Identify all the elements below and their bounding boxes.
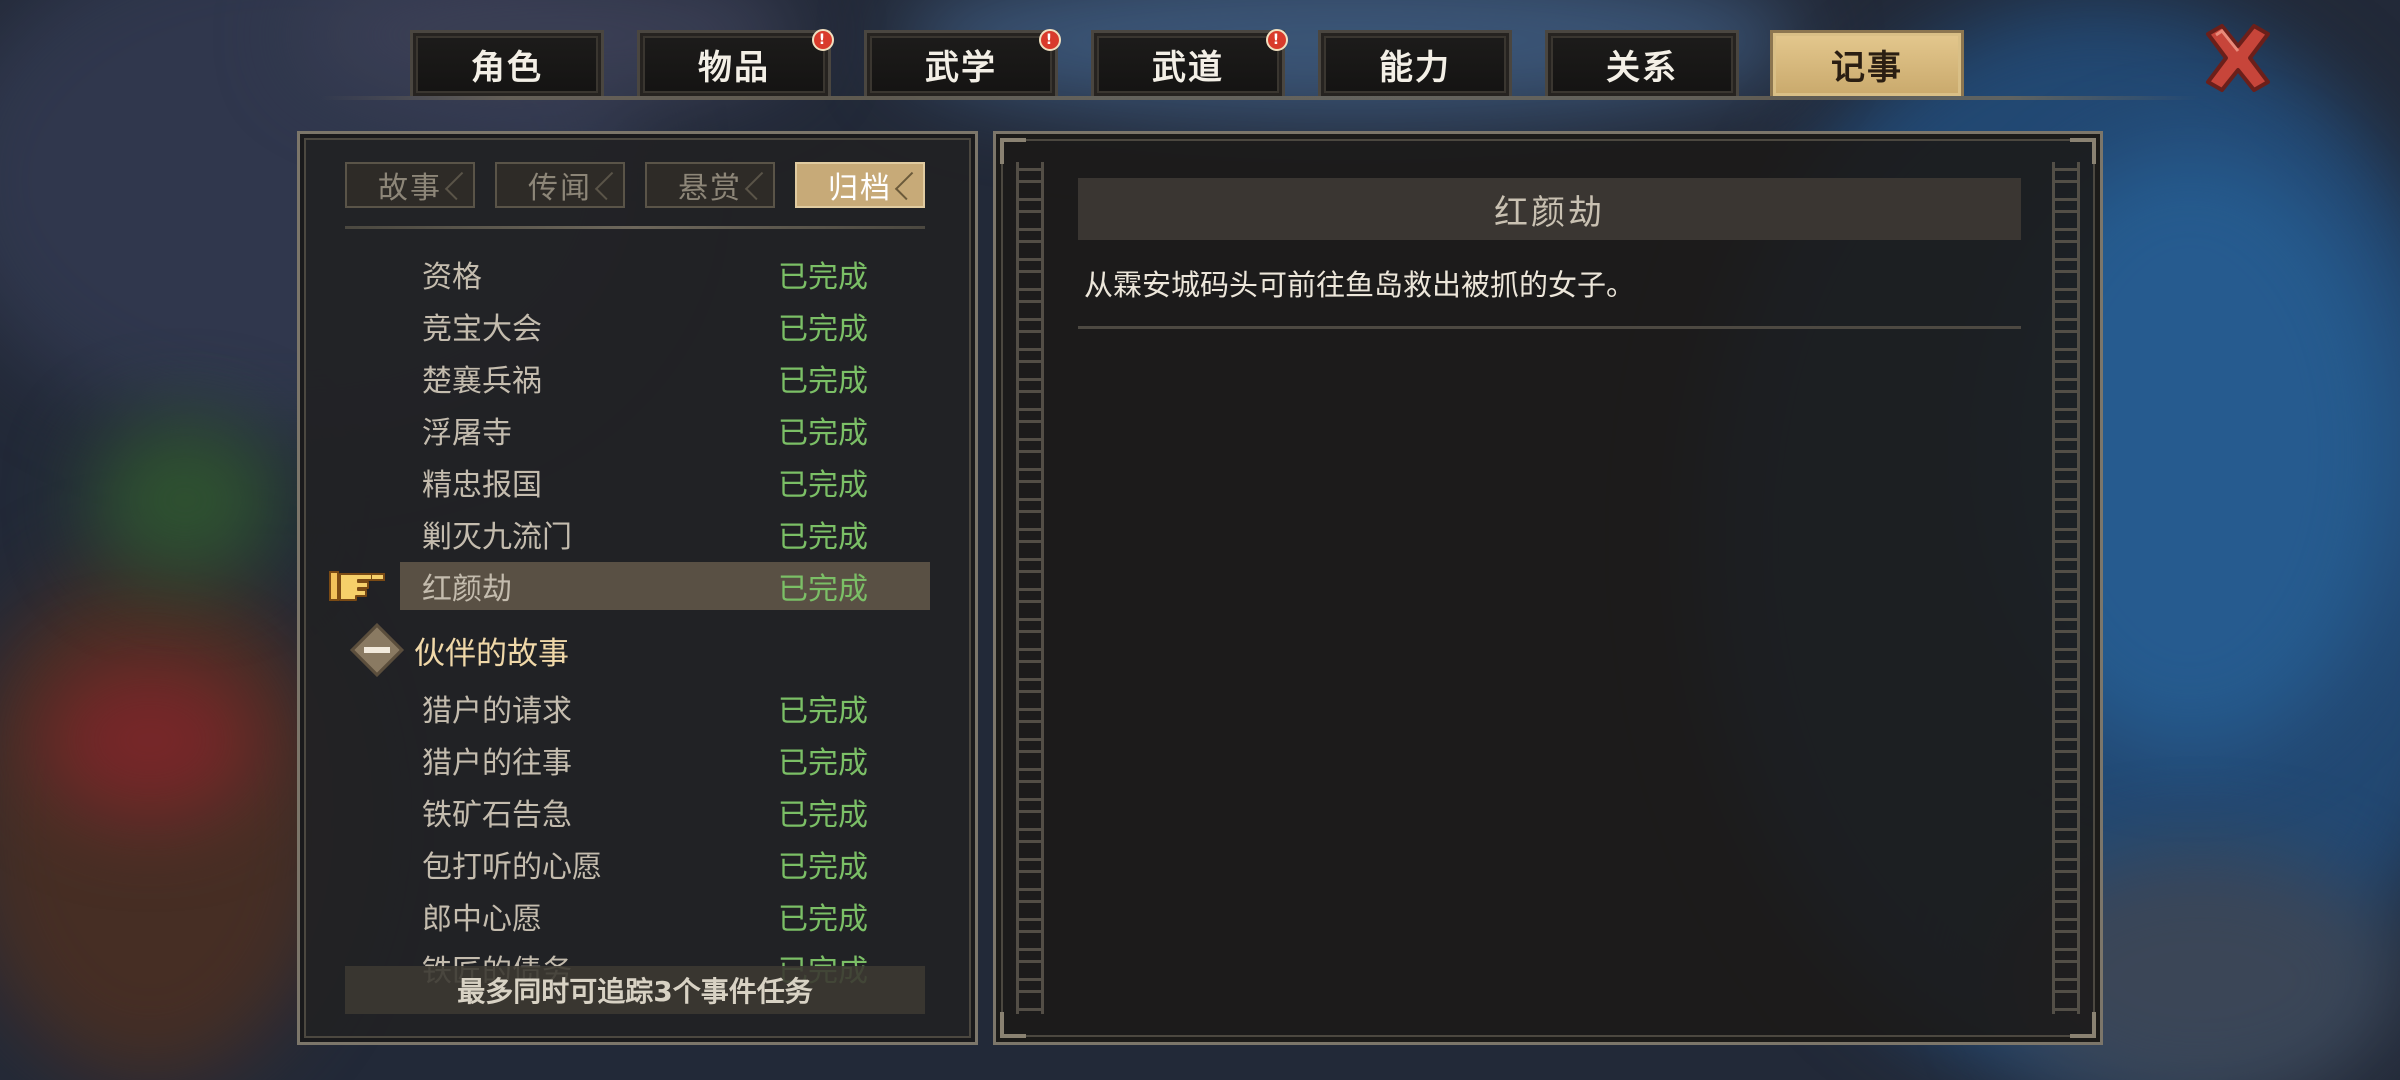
quest-name: 资格 xyxy=(422,260,482,295)
collapse-minus-icon[interactable] xyxy=(350,623,404,677)
quest-name: 包打听的心愿 xyxy=(422,850,602,885)
quest-name: 铁矿石告急 xyxy=(422,798,572,833)
quest-status: 已完成 xyxy=(778,260,868,295)
quest-row[interactable]: 剿灭九流门 已完成 xyxy=(400,510,930,558)
quest-list[interactable]: 资格 已完成 竞宝大会 已完成 楚襄兵祸 已完成 浮屠寺 已完成 精忠报国 已完成 剿灭九流门 已完成… xyxy=(300,232,981,1004)
quest-row[interactable]: 楚襄兵祸 已完成 xyxy=(400,354,930,402)
quest-row[interactable]: 铁矿石告急 已完成 xyxy=(400,788,930,836)
quest-status: 已完成 xyxy=(778,902,868,937)
companion-group-header[interactable]: 伙伴的故事 xyxy=(350,620,752,680)
tracking-hint-bar: 最多同时可追踪3个事件任务 xyxy=(345,966,925,1014)
quest-status: 已完成 xyxy=(778,746,868,781)
alert-badge-icon: ! xyxy=(1266,29,1288,51)
subtab-3[interactable]: 归档 xyxy=(795,162,925,208)
tab-label: 能力 xyxy=(1379,48,1451,88)
quest-list-panel: 故事 传闻 悬赏 归档 资格 已完成 竞宝大会 已完成 楚襄兵祸 已完成 浮屠寺 已完成 精忠报国 已完… xyxy=(297,131,978,1045)
quest-detail-panel: 红颜劫 从霖安城码头可前往鱼岛救出被抓的女子。 xyxy=(993,131,2103,1045)
subtab-label: 传闻 xyxy=(528,171,592,206)
tab-label: 物品 xyxy=(698,48,770,88)
quest-row[interactable]: 猎户的往事 已完成 xyxy=(400,736,930,784)
quest-row[interactable]: 红颜劫 已完成 xyxy=(400,562,930,610)
tab-label: 角色 xyxy=(471,48,543,88)
tab-1[interactable]: 物品! xyxy=(637,29,834,96)
quest-name: 精忠报国 xyxy=(422,468,542,503)
frame-corner xyxy=(2070,1012,2096,1038)
pointing-hand-icon xyxy=(329,571,385,601)
quest-name: 剿灭九流门 xyxy=(422,520,572,555)
tracking-hint-text: 最多同时可追踪3个事件任务 xyxy=(457,975,813,1008)
tab-6[interactable]: 记事 xyxy=(1770,30,1964,96)
frame-corner xyxy=(1000,138,1026,164)
quest-row[interactable]: 猎户的请求 已完成 xyxy=(400,684,930,732)
quest-name: 猎户的往事 xyxy=(422,746,572,781)
quest-row[interactable]: 资格 已完成 xyxy=(400,250,930,298)
subtab-1[interactable]: 传闻 xyxy=(495,162,625,208)
quest-name: 楚襄兵祸 xyxy=(422,364,542,399)
frame-corner xyxy=(2070,138,2096,164)
quest-row[interactable]: 竞宝大会 已完成 xyxy=(400,302,930,350)
category-divider xyxy=(345,226,925,229)
frame-corner xyxy=(1000,1012,1026,1038)
subtab-label: 故事 xyxy=(378,171,442,206)
tab-bar-divider xyxy=(320,96,2200,100)
detail-divider xyxy=(1078,326,2021,329)
subtab-2[interactable]: 悬赏 xyxy=(645,162,775,208)
detail-description: 从霖安城码头可前往鱼岛救出被抓的女子。 xyxy=(1084,268,1636,302)
quest-row[interactable]: 包打听的心愿 已完成 xyxy=(400,840,930,888)
quest-name: 猎户的请求 xyxy=(422,694,572,729)
tab-2[interactable]: 武学! xyxy=(864,29,1061,96)
tab-label: 武学 xyxy=(925,48,997,88)
quest-status: 已完成 xyxy=(778,364,868,399)
quest-name: 竞宝大会 xyxy=(422,312,542,347)
quest-row[interactable]: 浮屠寺 已完成 xyxy=(400,406,930,454)
tab-5[interactable]: 关系 xyxy=(1545,30,1739,96)
quest-status: 已完成 xyxy=(778,798,868,833)
quest-status: 已完成 xyxy=(778,416,868,451)
tab-label: 关系 xyxy=(1606,48,1678,88)
subtab-0[interactable]: 故事 xyxy=(345,162,475,208)
detail-title-bar: 红颜劫 xyxy=(1078,178,2021,240)
quest-name: 红颜劫 xyxy=(422,572,512,607)
quest-status: 已完成 xyxy=(778,312,868,347)
tab-label: 记事 xyxy=(1831,48,1903,88)
close-x-icon xyxy=(2206,24,2270,92)
quest-row[interactable]: 精忠报国 已完成 xyxy=(400,458,930,506)
close-button[interactable] xyxy=(2198,18,2278,98)
quest-name: 浮屠寺 xyxy=(422,416,512,451)
alert-badge-icon: ! xyxy=(1039,29,1061,51)
tab-0[interactable]: 角色 xyxy=(410,30,604,96)
quest-status: 已完成 xyxy=(778,520,868,555)
alert-badge-icon: ! xyxy=(812,29,834,51)
fret-border-left xyxy=(1016,162,1044,1014)
quest-status: 已完成 xyxy=(778,694,868,729)
quest-status: 已完成 xyxy=(778,468,868,503)
quest-status: 已完成 xyxy=(778,850,868,885)
quest-row[interactable]: 郎中心愿 已完成 xyxy=(400,892,930,940)
quest-name: 郎中心愿 xyxy=(422,902,542,937)
tab-label: 武道 xyxy=(1152,48,1224,88)
subtab-label: 悬赏 xyxy=(678,171,742,206)
main-tab-bar: 角色 物品! 武学! 武道! 能力 关系 记事 xyxy=(0,0,2400,100)
tab-4[interactable]: 能力 xyxy=(1318,30,1512,96)
detail-title: 红颜劫 xyxy=(1494,192,1605,233)
quest-status: 已完成 xyxy=(778,572,868,607)
subtab-label: 归档 xyxy=(828,171,892,206)
tab-3[interactable]: 武道! xyxy=(1091,29,1288,96)
group-label: 伙伴的故事 xyxy=(414,635,569,672)
fret-border-right xyxy=(2052,162,2080,1014)
